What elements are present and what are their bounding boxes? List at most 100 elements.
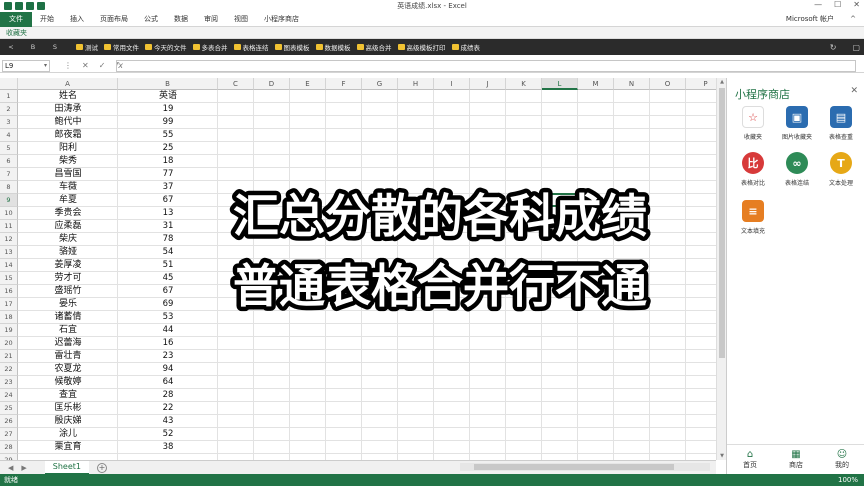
column-header[interactable]: D	[254, 78, 290, 90]
name-cell[interactable]: 石宜	[18, 324, 118, 337]
column-header[interactable]: B	[118, 78, 218, 90]
name-cell[interactable]: 姜厚凌	[18, 259, 118, 272]
panel-footer-store[interactable]: ▦ 商店	[789, 449, 803, 470]
bookmark-item[interactable]: 图表模板	[274, 42, 310, 52]
row-header[interactable]: 2	[0, 103, 18, 116]
column-header[interactable]: I	[434, 78, 470, 90]
tab-file[interactable]: 文件	[0, 11, 32, 27]
name-box[interactable]: L9 ▾	[2, 59, 50, 72]
row-header[interactable]: 3	[0, 116, 18, 129]
worksheet-grid[interactable]: A B C D E F G H I J K L M N O P 1 姓名 英语 2 田涛承 19 3 鲍代中 99 4 郎夜霜 55 5…	[0, 78, 716, 460]
row-header[interactable]: 9	[0, 194, 18, 207]
score-cell[interactable]: 69	[118, 298, 218, 311]
close-button[interactable]: ✕	[853, 0, 860, 9]
name-cell[interactable]: 农夏龙	[18, 363, 118, 376]
row-header[interactable]: 19	[0, 324, 18, 337]
enter-icon[interactable]: ✓	[99, 61, 106, 70]
panel-item[interactable]: 比表格对比	[733, 152, 773, 187]
score-cell[interactable]: 28	[118, 389, 218, 402]
row-header[interactable]: 28	[0, 441, 18, 454]
score-cell[interactable]: 13	[118, 207, 218, 220]
score-cell[interactable]: 55	[118, 129, 218, 142]
score-cell[interactable]: 94	[118, 363, 218, 376]
name-cell[interactable]: 骆娅	[18, 246, 118, 259]
row-header[interactable]: 10	[0, 207, 18, 220]
row-header[interactable]: 14	[0, 259, 18, 272]
tab-review[interactable]: 审阅	[196, 12, 226, 27]
score-cell[interactable]: 99	[118, 116, 218, 129]
score-cell[interactable]: 22	[118, 402, 218, 415]
name-cell[interactable]: 劳才可	[18, 272, 118, 285]
sheet-tab[interactable]: Sheet1	[44, 460, 89, 475]
column-header[interactable]: J	[470, 78, 506, 90]
column-header[interactable]: M	[578, 78, 614, 90]
column-header[interactable]: C	[218, 78, 254, 90]
score-cell[interactable]: 23	[118, 350, 218, 363]
score-cell[interactable]: 64	[118, 376, 218, 389]
panel-item[interactable]: ▤ 表格查重	[821, 106, 861, 141]
window-icon[interactable]: ▢	[852, 43, 860, 52]
score-cell[interactable]: 52	[118, 428, 218, 441]
scroll-thumb[interactable]	[719, 88, 725, 358]
row-header[interactable]: 27	[0, 428, 18, 441]
horizontal-scrollbar[interactable]	[460, 463, 710, 471]
column-header[interactable]: L	[542, 78, 578, 90]
bookmark-item[interactable]: 高级合并	[356, 42, 392, 52]
column-header[interactable]: A	[18, 78, 118, 90]
name-cell[interactable]: 车薇	[18, 181, 118, 194]
row-header[interactable]: 22	[0, 363, 18, 376]
row-header[interactable]: 4	[0, 129, 18, 142]
name-cell[interactable]: 郎夜霜	[18, 129, 118, 142]
maximize-button[interactable]: ☐	[834, 0, 841, 9]
score-cell[interactable]: 25	[118, 142, 218, 155]
name-cell[interactable]: 鲍代中	[18, 116, 118, 129]
row-header[interactable]: 13	[0, 246, 18, 259]
panel-footer-user[interactable]: ☺ 我的	[835, 449, 849, 470]
panel-footer-home[interactable]: ⌂ 首页	[743, 449, 757, 470]
tab-insert[interactable]: 插入	[62, 12, 92, 27]
row-header[interactable]: 12	[0, 233, 18, 246]
bookmark-item[interactable]: 成绩表	[451, 42, 480, 52]
score-cell[interactable]: 16	[118, 337, 218, 350]
name-cell[interactable]: 晏乐	[18, 298, 118, 311]
row-header[interactable]: 6	[0, 155, 18, 168]
row-header[interactable]: 21	[0, 350, 18, 363]
refresh-icon[interactable]: ↻	[830, 43, 837, 52]
formula-input[interactable]	[116, 59, 856, 72]
name-cell[interactable]: 柴庆	[18, 233, 118, 246]
row-header[interactable]: 24	[0, 389, 18, 402]
name-cell[interactable]: 牟夏	[18, 194, 118, 207]
score-cell[interactable]: 43	[118, 415, 218, 428]
row-header[interactable]: 23	[0, 376, 18, 389]
panel-item[interactable]: ☆ 收藏夹	[733, 106, 773, 141]
column-header[interactable]: K	[506, 78, 542, 90]
row-header[interactable]: 26	[0, 415, 18, 428]
name-cell[interactable]: 昌雪国	[18, 168, 118, 181]
name-cell[interactable]: 盛瑶竹	[18, 285, 118, 298]
selected-cell[interactable]	[542, 193, 578, 207]
collapse-ribbon-icon[interactable]: ^	[850, 15, 856, 23]
name-cell[interactable]: 迟蕾海	[18, 337, 118, 350]
vertical-scrollbar[interactable]: ▲ ▼	[716, 78, 726, 460]
name-cell[interactable]: 应柔磊	[18, 220, 118, 233]
bookmark-item[interactable]: 今天的文件	[145, 42, 187, 52]
name-cell[interactable]: 阳利	[18, 142, 118, 155]
next-sheet-icon[interactable]: ▶	[21, 464, 26, 472]
row-header[interactable]: 7	[0, 168, 18, 181]
row-header[interactable]: 17	[0, 298, 18, 311]
chevron-down-icon[interactable]: ▾	[44, 61, 47, 71]
tab-formulas[interactable]: 公式	[136, 12, 166, 27]
tab-home[interactable]: 开始	[32, 12, 62, 27]
panel-item[interactable]: ∞ 表格连结	[777, 152, 817, 187]
add-sheet-button[interactable]: +	[97, 462, 107, 473]
name-cell[interactable]: 雷壮青	[18, 350, 118, 363]
score-cell[interactable]: 44	[118, 324, 218, 337]
score-cell[interactable]: 37	[118, 181, 218, 194]
score-cell[interactable]: 53	[118, 311, 218, 324]
name-cell[interactable]: 栗宜育	[18, 441, 118, 454]
column-header[interactable]: E	[290, 78, 326, 90]
score-cell[interactable]: 31	[118, 220, 218, 233]
bookmark-item[interactable]: 高级模板打印	[397, 42, 446, 52]
score-cell[interactable]: 19	[118, 103, 218, 116]
row-header[interactable]: 5	[0, 142, 18, 155]
